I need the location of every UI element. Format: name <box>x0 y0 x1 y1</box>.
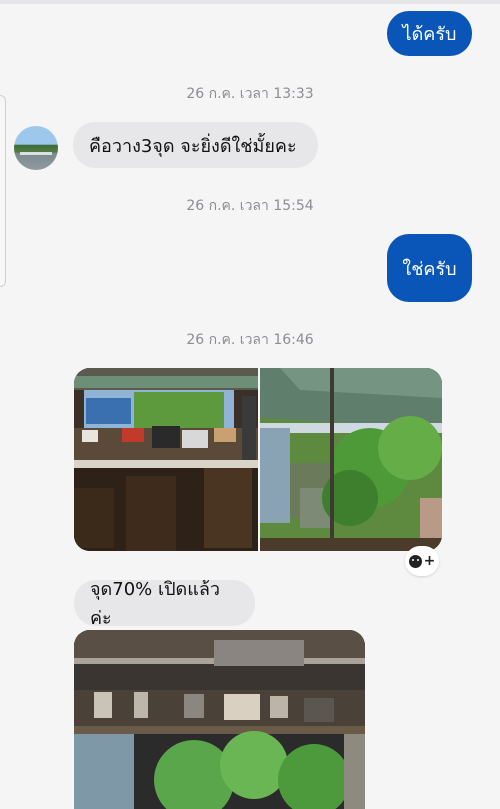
outgoing-message[interactable]: ใช่ครับ <box>387 234 472 302</box>
add-reaction-button[interactable]: + <box>405 546 439 576</box>
shared-photo-shelf[interactable] <box>74 630 365 809</box>
add-reaction-icon <box>408 554 422 568</box>
timestamp: 26 ก.ค. เวลา 16:46 <box>186 332 314 348</box>
photo-image <box>74 630 365 809</box>
incoming-message[interactable]: คือวาง3จุด จะยิ่งดีใช่มั้ยคะ <box>73 122 318 168</box>
photo-image <box>74 368 258 551</box>
incoming-message[interactable]: จุด70% เปิดแล้วค่ะ <box>74 579 255 629</box>
shared-photo-dining-area[interactable] <box>74 368 258 551</box>
timestamp: 26 ก.ค. เวลา 15:54 <box>186 198 314 214</box>
message-text: จุด70% เปิดแล้วค่ะ <box>90 579 220 629</box>
side-panel-handle[interactable] <box>0 95 6 287</box>
top-divider <box>0 0 500 4</box>
message-text: คือวาง3จุด จะยิ่งดีใช่มั้ยคะ <box>89 135 297 157</box>
outgoing-message[interactable]: ได้ครับ <box>387 11 472 56</box>
timestamp: 26 ก.ค. เวลา 13:33 <box>186 86 314 102</box>
contact-avatar[interactable] <box>14 126 58 170</box>
message-text: ได้ครับ <box>402 24 457 45</box>
photo-image <box>260 368 442 551</box>
message-text: ใช่ครับ <box>402 258 457 280</box>
shared-photo-garden-view[interactable] <box>260 368 442 551</box>
